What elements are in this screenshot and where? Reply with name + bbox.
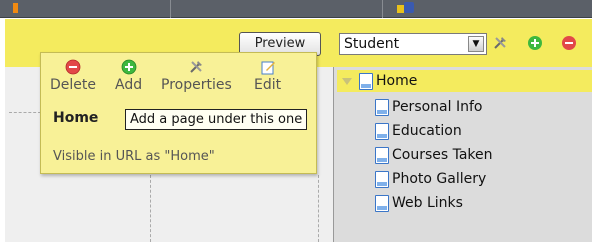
tree-item-label: Photo Gallery — [392, 171, 487, 187]
blue-icon — [404, 2, 414, 13]
edit-label: Edit — [254, 77, 282, 93]
gold-icon — [397, 5, 404, 13]
add-icon[interactable] — [527, 35, 543, 51]
properties-button[interactable]: Properties — [161, 59, 232, 93]
guide-line — [318, 175, 319, 242]
delete-icon[interactable] — [561, 35, 577, 51]
tree-item-label: Web Links — [392, 195, 463, 211]
delete-icon — [65, 59, 81, 75]
role-select[interactable]: Student ▼ — [339, 33, 487, 55]
page-icon — [375, 98, 389, 116]
page-icon — [375, 146, 389, 164]
top-strip — [0, 0, 592, 18]
tree-item-label: Personal Info — [392, 99, 483, 115]
tree-item-home[interactable]: Home — [337, 70, 592, 92]
url-note: Visible in URL as "Home" — [53, 149, 215, 164]
expand-triangle-icon[interactable] — [342, 77, 352, 85]
properties-icon[interactable] — [492, 35, 508, 51]
delete-button[interactable]: Delete — [50, 59, 96, 93]
tree-item-personal-info[interactable]: Personal Info — [375, 96, 592, 118]
add-button[interactable]: Add — [115, 59, 142, 93]
page-icon — [375, 170, 389, 188]
page-icon — [375, 122, 389, 140]
tree-item-label: Education — [392, 123, 462, 139]
tree-item-label: Home — [376, 73, 418, 89]
edit-button[interactable]: Edit — [254, 59, 281, 93]
tree-item-web-links[interactable]: Web Links — [375, 192, 592, 214]
page-icon — [359, 72, 373, 90]
properties-label: Properties — [161, 77, 232, 93]
tree-item-courses-taken[interactable]: Courses Taken — [375, 144, 592, 166]
properties-icon — [190, 61, 203, 73]
tree-item-education[interactable]: Education — [375, 120, 592, 142]
tree-item-photo-gallery[interactable]: Photo Gallery — [375, 168, 592, 190]
page-title: Home — [53, 110, 99, 126]
role-select-value: Student — [344, 36, 400, 52]
guide-line — [9, 112, 41, 113]
tree-item-label: Courses Taken — [392, 147, 493, 163]
edit-icon — [261, 61, 275, 75]
add-label: Add — [115, 77, 143, 93]
add-icon — [121, 59, 136, 75]
add-tooltip: Add a page under this one — [125, 109, 308, 130]
delete-label: Delete — [50, 77, 96, 93]
chevron-down-icon[interactable]: ▼ — [468, 36, 484, 52]
guide-line — [150, 175, 151, 242]
page-icon — [375, 194, 389, 212]
orange-tab-icon — [13, 3, 18, 13]
